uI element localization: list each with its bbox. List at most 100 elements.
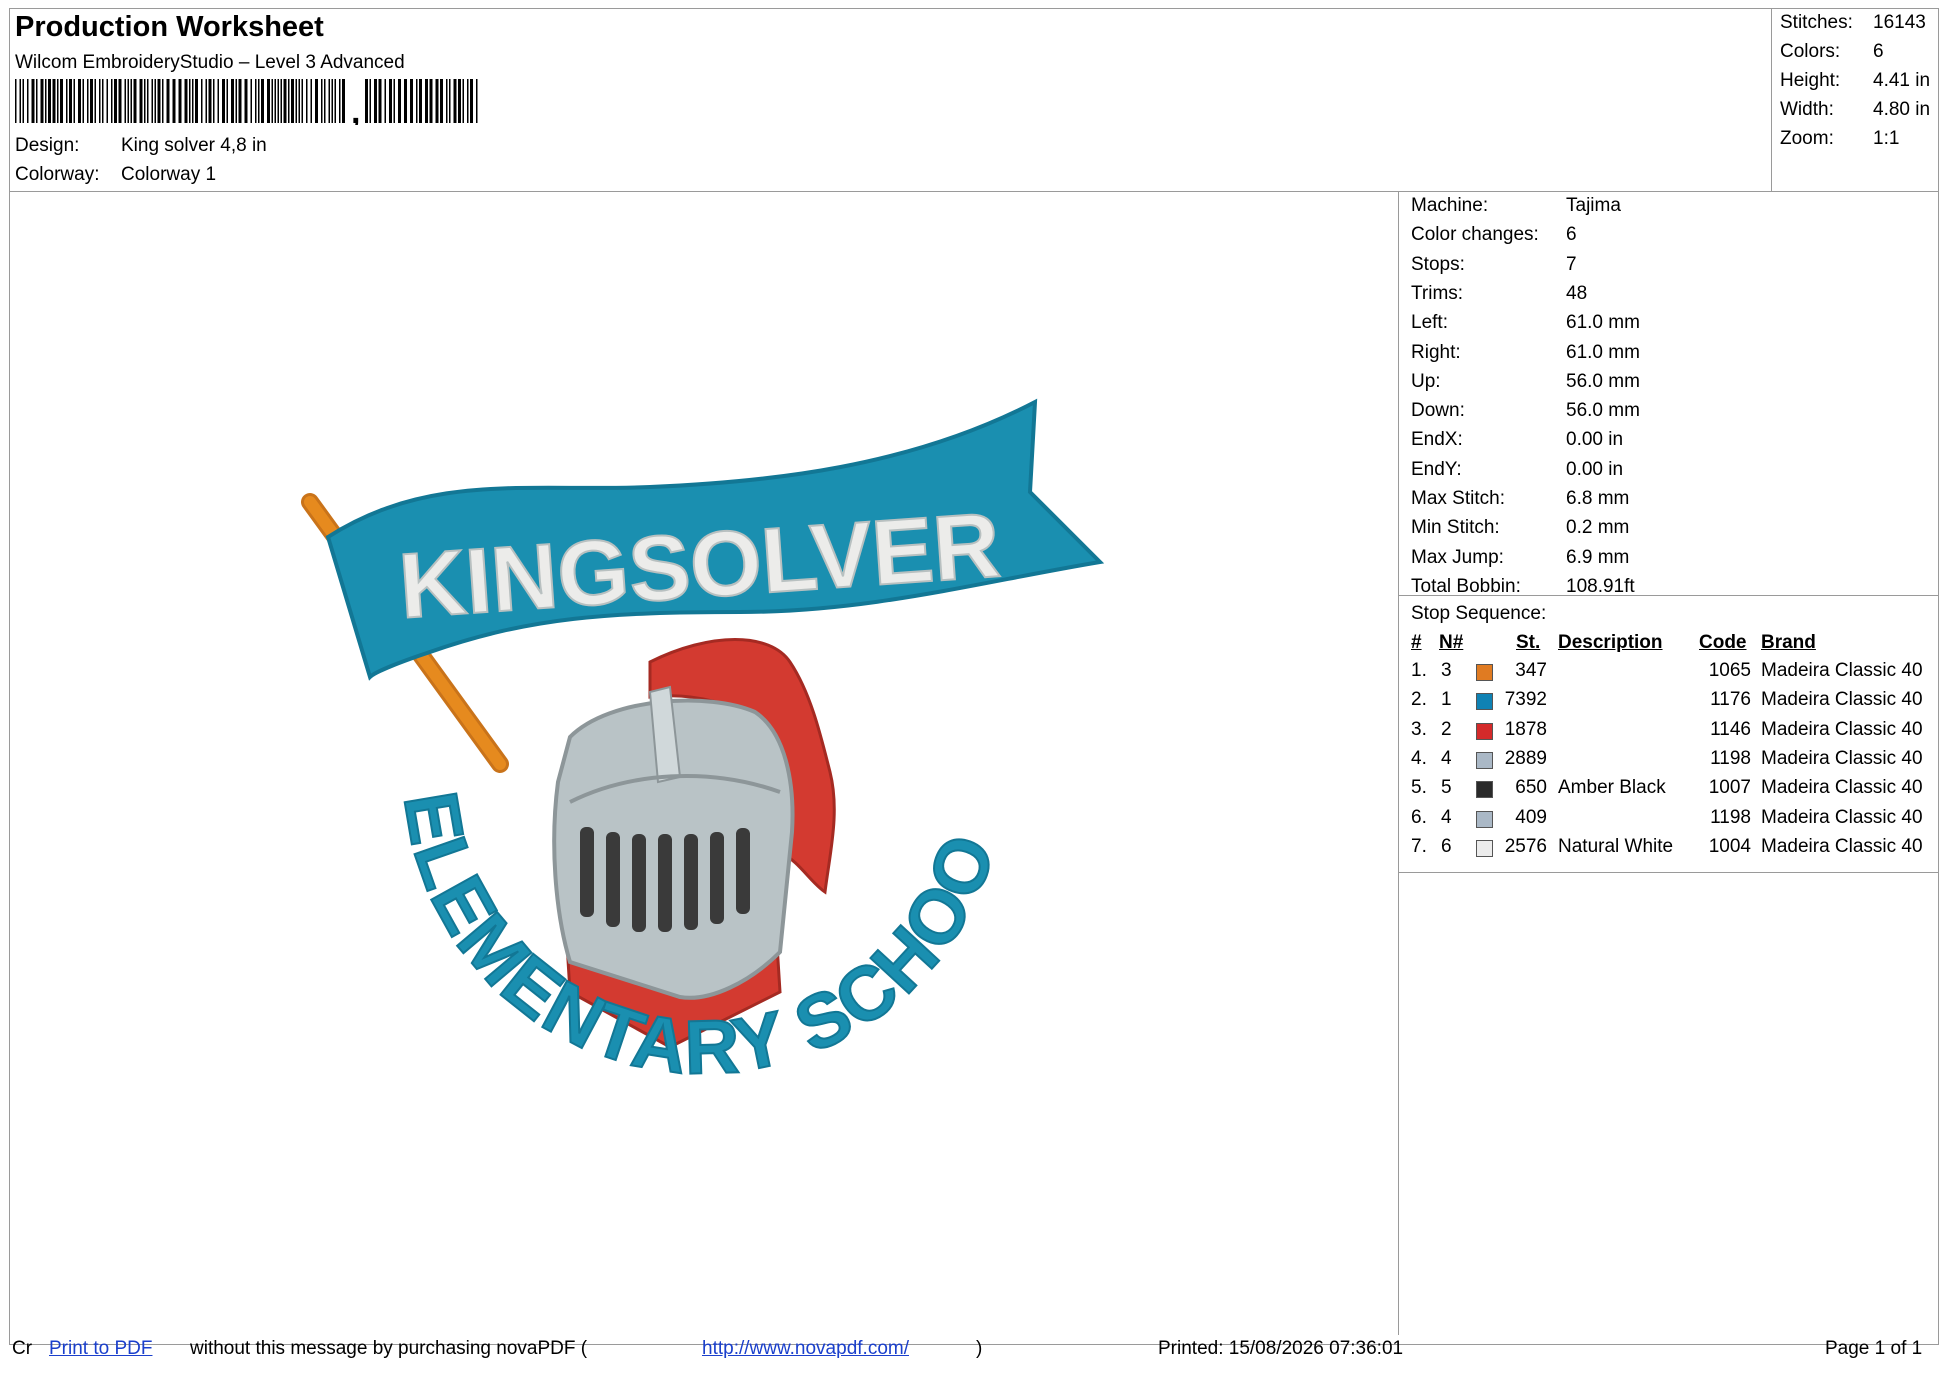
embroidery-design-image: KINGSOLVER ELEMENTARY SCHOOL (10, 192, 1105, 1092)
detail-row: Trims: 48 (1411, 283, 1587, 305)
detail-row: Color changes: 6 (1411, 224, 1577, 246)
design-value: King solver 4,8 in (121, 135, 267, 156)
row-stitches: 2576 (1504, 835, 1547, 857)
colorway-row: Colorway: Colorway 1 (15, 164, 216, 186)
row-brand: Madeira Classic 40 (1761, 777, 1923, 799)
col-description: Description (1558, 632, 1663, 653)
detail-label: Color changes: (1411, 224, 1539, 246)
row-needle: 6 (1441, 835, 1452, 857)
printed-timestamp: Printed: 15/08/2026 07:36:01 (1158, 1338, 1404, 1359)
row-stitches: 347 (1515, 660, 1547, 681)
detail-value: 0.00 in (1566, 429, 1624, 451)
detail-value: 7 (1566, 253, 1577, 275)
row-stitches: 2889 (1504, 747, 1547, 769)
detail-label: Stops: (1411, 253, 1465, 275)
detail-label: EndX: (1411, 429, 1463, 451)
page-number: Page 1 of 1 (1825, 1338, 1923, 1359)
detail-row: Max Jump: 6.9 mm (1411, 547, 1629, 569)
footer-message: without this message by purchasing novaP… (190, 1338, 588, 1359)
table-bottom-divider (1399, 872, 1939, 873)
detail-value: 48 (1566, 282, 1588, 304)
detail-row: Min Stitch: 0.2 mm (1411, 517, 1629, 539)
summary-width: Width: 4.80 in (1780, 99, 1931, 120)
color-swatch (1476, 664, 1493, 681)
software-name: Wilcom EmbroideryStudio – Level 3 Advanc… (15, 52, 405, 73)
detail-value: 6 (1566, 224, 1577, 246)
table-row: 4. 4 2889 1198 Madeira Classic 40 (1399, 748, 1939, 777)
detail-row: Right: 61.0 mm (1411, 342, 1640, 364)
detail-label: Right: (1411, 341, 1461, 363)
col-brand: Brand (1761, 632, 1816, 653)
arc-text: ELEMENTARY SCHOOL (10, 192, 1012, 1092)
worksheet-frame: Production Worksheet Wilcom EmbroiderySt… (9, 8, 1939, 1359)
design-preview: KINGSOLVER ELEMENTARY SCHOOL (10, 192, 1399, 1335)
summary-height: Height: 4.41 in (1780, 70, 1931, 91)
footer: Cr Print to PDF without this message by … (10, 1335, 1940, 1364)
row-description: Natural White (1558, 835, 1674, 857)
svg-text:,: , (351, 93, 360, 125)
table-row: 6. 4 409 1198 Madeira Classic 40 (1399, 807, 1939, 836)
row-code: 1146 (1710, 718, 1751, 740)
row-stitches: 650 (1515, 777, 1547, 799)
detail-label: Min Stitch: (1411, 517, 1500, 539)
summary-panel: Stitches: 16143 Colors: 6 Height: 4.41 in W… (1772, 9, 1939, 192)
row-code: 1065 (1708, 660, 1751, 681)
design-name-row: Design: King solver 4,8 in (15, 135, 267, 157)
color-swatch (1476, 781, 1493, 799)
row-brand: Madeira Classic 40 (1761, 806, 1923, 828)
row-num: 2. (1411, 689, 1427, 711)
color-swatch (1476, 839, 1493, 857)
detail-value: 56.0 mm (1566, 370, 1640, 392)
row-brand: Madeira Classic 40 (1761, 660, 1923, 681)
detail-value: 0.00 in (1566, 458, 1624, 480)
summary-zoom: Zoom: 1:1 (1780, 128, 1900, 149)
design-label: Design: (15, 135, 80, 156)
row-brand: Madeira Classic 40 (1761, 689, 1923, 711)
row-num: 3. (1411, 718, 1427, 740)
row-num: 6. (1411, 806, 1427, 828)
detail-row: Down: 56.0 mm (1411, 400, 1640, 422)
detail-label: Machine: (1411, 195, 1489, 216)
detail-value: 6.9 mm (1566, 546, 1630, 568)
row-needle: 4 (1441, 806, 1452, 828)
detail-value: 61.0 mm (1566, 312, 1640, 334)
detail-label: Max Jump: (1411, 546, 1504, 568)
col-needle: N# (1439, 632, 1464, 653)
detail-label: Max Stitch: (1411, 488, 1505, 509)
row-num: 4. (1411, 747, 1427, 769)
table-row: 7. 6 2576 Natural White 1004 Madeira Classic … (1399, 836, 1939, 865)
detail-label: EndY: (1411, 458, 1462, 480)
print-to-pdf-link[interactable]: Print to PDF (49, 1338, 152, 1360)
row-code: 1198 (1710, 806, 1751, 828)
detail-value: 61.0 mm (1566, 341, 1640, 363)
detail-value: 6.8 mm (1566, 488, 1630, 509)
row-needle: 3 (1441, 660, 1452, 681)
row-num: 1. (1411, 660, 1427, 681)
table-row: 1. 3 347 1065 Madeira Classic 40 (1399, 660, 1939, 689)
detail-value: Tajima (1566, 195, 1621, 216)
barcode: , (15, 79, 478, 125)
detail-value: 0.2 mm (1566, 517, 1630, 539)
row-needle: 4 (1441, 747, 1452, 769)
row-num: 5. (1411, 777, 1427, 799)
table-row: 5. 5 650 Amber Black 1007 Madeira Classic 40 (1399, 777, 1939, 806)
machine-info-panel: Machine: Tajima Color changes: 6 Stops: 7 Trim… (1399, 192, 1939, 1335)
color-swatch (1476, 751, 1493, 769)
svg-text:ELEMENTARY SCHOOL: ELEMENTARY SCHOOL (10, 192, 1013, 1091)
detail-label: Trims: (1411, 282, 1464, 304)
colorway-label: Colorway: (15, 164, 100, 185)
colorway-value: Colorway 1 (121, 164, 217, 185)
detail-row: Max Stitch: 6.8 mm (1411, 488, 1629, 510)
novapdf-url-link[interactable]: http://www.novapdf.com/ (702, 1338, 909, 1360)
summary-colors: Colors: 6 (1780, 41, 1884, 62)
row-brand: Madeira Classic 40 (1761, 747, 1923, 769)
detail-row: Up: 56.0 mm (1411, 371, 1640, 393)
worksheet-header: Production Worksheet Wilcom EmbroiderySt… (10, 9, 1772, 192)
row-num: 7. (1411, 835, 1427, 857)
detail-label: Down: (1411, 400, 1465, 422)
row-needle: 5 (1441, 777, 1452, 799)
col-code: Code (1699, 632, 1747, 653)
row-code: 1007 (1708, 777, 1751, 799)
row-code: 1198 (1710, 747, 1751, 769)
row-code: 1004 (1708, 835, 1751, 857)
